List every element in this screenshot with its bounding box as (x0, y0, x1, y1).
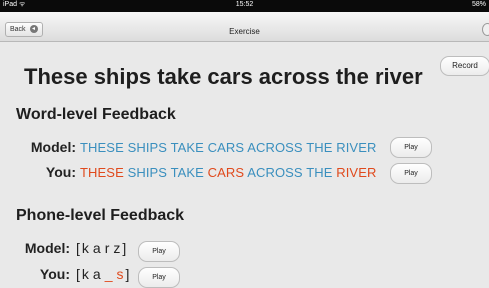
phone-model-transcription: [k a r z] (76, 240, 126, 256)
phone-you-label: You: (39, 266, 70, 282)
navigation-bar: Back ◂ Exercise (0, 12, 489, 42)
status-bar: iPad ᯤ 15:52 58% (0, 0, 489, 12)
sentence-word: THESE (80, 140, 124, 155)
word-model-play-button[interactable]: Play (390, 137, 432, 158)
sentence-word: RIVER (336, 140, 377, 155)
phone-symbol: k (81, 266, 89, 282)
word-you-sentence: THESE SHIPS TAKE CARS ACROSS THE RIVER (80, 165, 376, 180)
word-you-play-button[interactable]: Play (390, 163, 432, 184)
sentence-word: CARS (207, 140, 245, 155)
phone-symbol: k (81, 240, 89, 256)
status-time: 15:52 (235, 1, 254, 8)
bracket-close: ] (122, 240, 127, 256)
phone-you-transcription: [k a _ s] (76, 266, 129, 282)
sentence-word: CARS (207, 165, 245, 180)
phone-symbol: r (104, 240, 110, 256)
exercise-sentence: These ships take cars across the river (24, 64, 423, 89)
phone-symbol: s (116, 266, 124, 282)
sentence-word: ACROSS (247, 165, 303, 180)
bracket-open: [ (76, 240, 80, 256)
sentence-word: RIVER (336, 165, 377, 180)
sentence-word: TAKE (170, 140, 204, 155)
sentence-word: THE (306, 165, 333, 180)
sentence-word: SHIPS (127, 165, 168, 180)
phone-symbol: a (92, 266, 101, 282)
word-feedback-title: Word-level Feedback (16, 106, 176, 123)
nav-right-button-edge[interactable] (482, 23, 489, 36)
sentence-word: ACROSS (247, 140, 303, 155)
phone-symbol: a (92, 240, 101, 256)
sentence-word: THE (306, 140, 333, 155)
phone-feedback-title: Phone-level Feedback (16, 207, 185, 224)
sentence-word: THESE (80, 165, 124, 180)
sentence-word: SHIPS (127, 140, 168, 155)
phone-model-play-button[interactable]: Play (138, 241, 180, 262)
battery-percent: 58% (471, 1, 486, 8)
word-model-sentence: THESE SHIPS TAKE CARS ACROSS THE RIVER (80, 140, 376, 155)
nav-title: Exercise (229, 27, 260, 36)
phone-model-label: Model: (24, 240, 70, 256)
sentence-word: TAKE (170, 165, 204, 180)
record-button[interactable]: Record (440, 56, 489, 76)
phone-symbol: _ (104, 266, 113, 282)
word-model-label: Model: (30, 139, 76, 155)
bracket-close: ] (125, 266, 130, 282)
phone-symbol: z (113, 240, 121, 256)
bracket-open: [ (76, 266, 80, 282)
word-you-label: You: (45, 164, 76, 180)
